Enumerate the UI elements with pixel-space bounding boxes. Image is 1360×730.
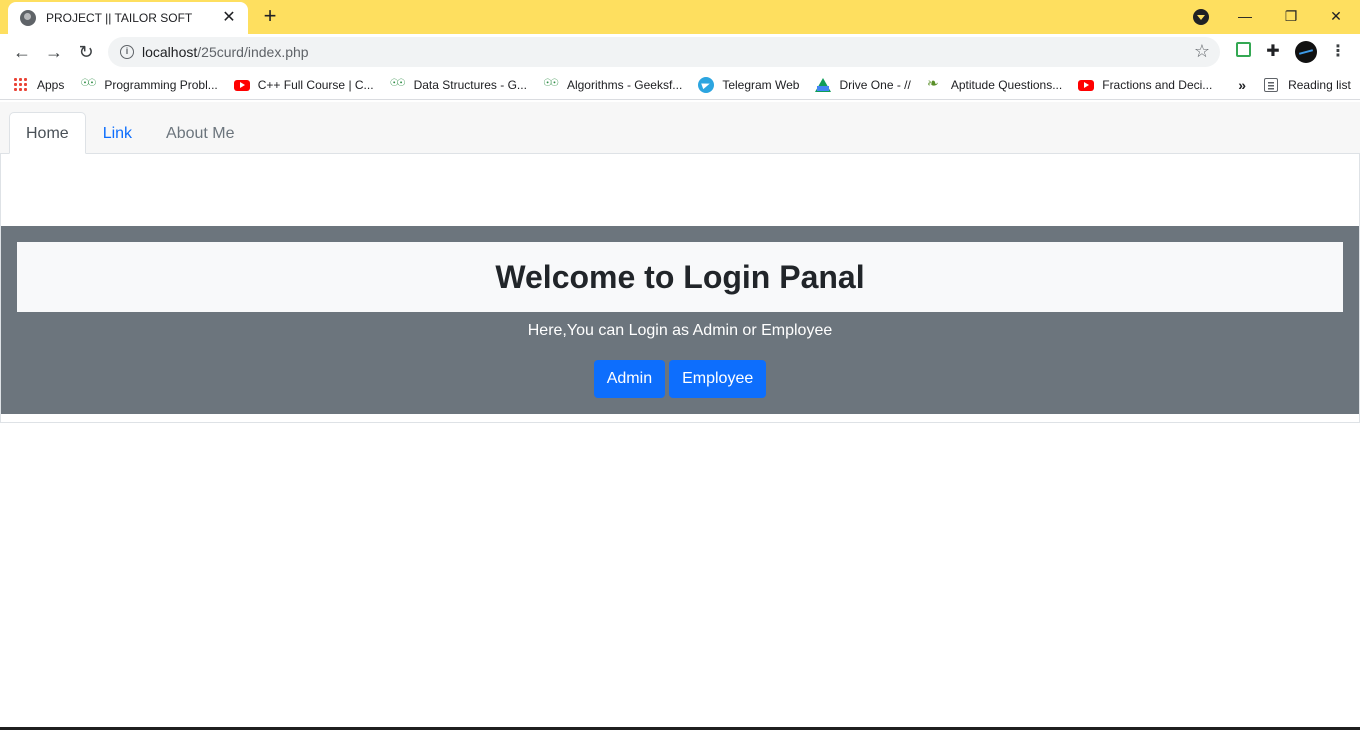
back-button[interactable]: ← bbox=[10, 40, 34, 64]
tab-link[interactable]: Link bbox=[86, 112, 149, 154]
address-bar[interactable]: i localhost/25curd/index.php ☆ bbox=[108, 37, 1220, 67]
leaf-icon bbox=[927, 75, 943, 93]
bookmark-programming-problems[interactable]: Programming Probl... bbox=[80, 77, 217, 93]
bookmark-label: Programming Probl... bbox=[104, 77, 218, 92]
geeksforgeeks-icon bbox=[543, 77, 559, 93]
nav-tabs: Home Link About Me bbox=[9, 112, 252, 154]
bookmarks-bar: Apps Programming Probl... C++ Full Cours… bbox=[0, 70, 1360, 100]
bookmark-label: Apps bbox=[37, 77, 65, 92]
reading-list-icon bbox=[1264, 77, 1279, 92]
bookmark-data-structures[interactable]: Data Structures - G... bbox=[390, 77, 527, 93]
google-drive-icon bbox=[815, 77, 832, 92]
restore-button[interactable]: ❐ bbox=[1276, 4, 1306, 28]
browser-toolbar: ← → ↻ i localhost/25curd/index.php ☆ ✚ ⋮ bbox=[0, 34, 1360, 70]
bookmarks-overflow-chevron-icon[interactable]: » bbox=[1238, 77, 1246, 93]
geeksforgeeks-icon bbox=[390, 77, 406, 93]
bookmark-label: Aptitude Questions... bbox=[950, 77, 1063, 92]
reload-button[interactable]: ↻ bbox=[74, 40, 98, 64]
profile-avatar[interactable] bbox=[1295, 41, 1317, 63]
forward-button[interactable]: → bbox=[42, 40, 66, 64]
bookmark-drive[interactable]: Drive One - // bbox=[815, 77, 911, 92]
close-window-button[interactable]: ✕ bbox=[1321, 4, 1351, 28]
bookmark-apps[interactable]: Apps bbox=[13, 76, 65, 93]
bookmark-aptitude[interactable]: Aptitude Questions... bbox=[927, 75, 1063, 93]
bookmark-label: C++ Full Course | C... bbox=[257, 77, 374, 92]
extensions-puzzle-icon[interactable]: ✚ bbox=[1263, 42, 1283, 62]
url-text[interactable]: localhost/25curd/index.php bbox=[142, 44, 309, 60]
page-title: Welcome to Login Panal bbox=[495, 258, 865, 295]
site-navbar: Home Link About Me bbox=[0, 102, 1360, 154]
bookmark-label: Drive One - // bbox=[839, 77, 911, 92]
tab-home[interactable]: Home bbox=[9, 112, 86, 154]
globe-icon bbox=[20, 10, 36, 26]
bookmark-telegram[interactable]: Telegram Web bbox=[698, 76, 800, 93]
bookmark-algorithms[interactable]: Algorithms - Geeksf... bbox=[543, 77, 682, 93]
browser-tab[interactable]: PROJECT || TAILOR SOFT ✕ bbox=[8, 2, 248, 34]
apps-grid-icon bbox=[13, 76, 29, 93]
bookmark-label: Data Structures - G... bbox=[413, 77, 527, 92]
bookmark-star-icon[interactable]: ☆ bbox=[1194, 41, 1210, 62]
bookmark-cpp-course[interactable]: C++ Full Course | C... bbox=[233, 77, 374, 92]
bookmark-label: Fractions and Deci... bbox=[1102, 77, 1213, 92]
employee-button[interactable]: Employee bbox=[669, 360, 767, 398]
new-tab-button[interactable]: + bbox=[258, 5, 282, 29]
extension-green-icon[interactable] bbox=[1233, 42, 1253, 62]
bookmark-fractions[interactable]: Fractions and Deci... bbox=[1078, 78, 1212, 92]
youtube-icon bbox=[233, 80, 250, 91]
browser-titlebar: PROJECT || TAILOR SOFT ✕ + — ❐ ✕ bbox=[0, 0, 1360, 34]
url-path: /25curd/index.php bbox=[197, 44, 309, 60]
bookmark-label: Telegram Web bbox=[722, 77, 800, 92]
geeksforgeeks-icon bbox=[80, 77, 96, 93]
tab-search-icon[interactable] bbox=[1193, 9, 1209, 25]
panel-subtitle: Here,You can Login as Admin or Employee bbox=[527, 322, 833, 339]
url-host: localhost bbox=[142, 44, 198, 60]
reading-list-label: Reading list bbox=[1288, 77, 1351, 92]
panel-header: Welcome to Login Panal bbox=[17, 242, 1343, 312]
telegram-icon bbox=[698, 76, 715, 93]
tab-title: PROJECT || TAILOR SOFT bbox=[46, 11, 193, 25]
site-info-icon[interactable]: i bbox=[120, 45, 134, 59]
browser-menu-icon[interactable]: ⋮ bbox=[1328, 42, 1348, 62]
tab-close-icon[interactable]: ✕ bbox=[220, 9, 238, 27]
login-panel: Welcome to Login Panal Here,You can Logi… bbox=[1, 226, 1359, 414]
web-page: Home Link About Me Welcome to Login Pana… bbox=[0, 102, 1360, 730]
minimize-button[interactable]: — bbox=[1230, 4, 1260, 28]
bookmark-label: Algorithms - Geeksf... bbox=[566, 77, 683, 92]
admin-button[interactable]: Admin bbox=[593, 360, 666, 398]
reading-list-button[interactable]: Reading list bbox=[1264, 77, 1351, 92]
youtube-icon bbox=[1078, 80, 1095, 91]
tab-about-me[interactable]: About Me bbox=[149, 112, 251, 154]
panel-actions: Admin Employee bbox=[1, 360, 1359, 398]
